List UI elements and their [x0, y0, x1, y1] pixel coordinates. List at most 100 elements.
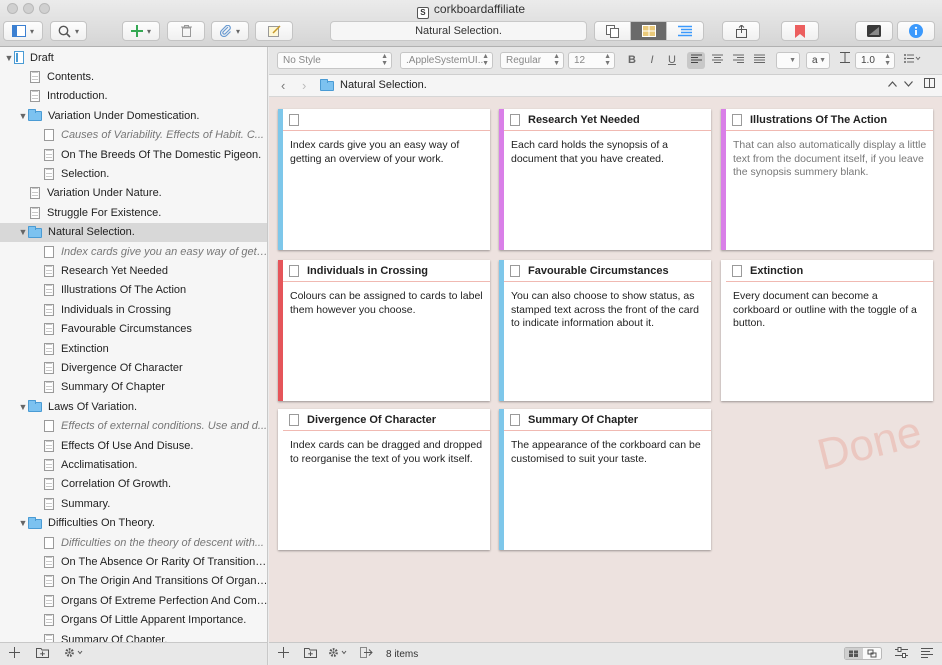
- card-synopsis[interactable]: Colours can be assigned to cards to labe…: [283, 282, 490, 317]
- binder-item[interactable]: On The Origin And Transitions Of Organi.…: [0, 572, 267, 591]
- align-right-button[interactable]: [729, 52, 747, 69]
- card-synopsis[interactable]: You can also choose to show status, as s…: [504, 282, 711, 331]
- binder-item[interactable]: Favourable Circumstances: [0, 320, 267, 339]
- underline-button[interactable]: U: [663, 52, 681, 69]
- index-card[interactable]: Favourable Circumstances You can also cho…: [499, 260, 711, 401]
- corkboard-actions-button[interactable]: [328, 647, 348, 661]
- binder-item[interactable]: Effects Of Use And Disuse.: [0, 436, 267, 455]
- index-card[interactable]: Extinction Every document can become a co…: [721, 260, 933, 401]
- disclosure-triangle-icon[interactable]: ▼: [18, 227, 28, 237]
- add-document-button[interactable]: ▾: [122, 21, 160, 41]
- align-left-button[interactable]: [687, 52, 705, 69]
- card-title[interactable]: Individuals in Crossing: [283, 260, 490, 282]
- attachment-button[interactable]: ▾: [211, 21, 249, 41]
- binder-item[interactable]: Divergence Of Character: [0, 358, 267, 377]
- card-synopsis[interactable]: Each card holds the synopsis of a docume…: [504, 131, 711, 166]
- binder-item[interactable]: Causes of Variability. Effects of Habit.…: [0, 126, 267, 145]
- card-layout-selector[interactable]: [844, 647, 882, 663]
- justify-button[interactable]: [750, 52, 768, 69]
- disclosure-triangle-icon[interactable]: ▼: [18, 402, 28, 412]
- binder-item[interactable]: Acclimatisation.: [0, 455, 267, 474]
- trash-button[interactable]: [167, 21, 205, 41]
- previous-document-button[interactable]: [888, 78, 897, 90]
- binder-item[interactable]: Effects of external conditions. Use and …: [0, 417, 267, 436]
- binder-item[interactable]: On The Breeds Of The Domestic Pigeon.: [0, 145, 267, 164]
- card-title[interactable]: Favourable Circumstances: [504, 260, 711, 282]
- add-card-button[interactable]: [278, 647, 289, 661]
- header-title[interactable]: Natural Selection.: [320, 78, 427, 91]
- binder-item[interactable]: Introduction.: [0, 87, 267, 106]
- scrivenings-view-button[interactable]: [595, 22, 631, 40]
- binder-toggle-button[interactable]: ▾: [3, 21, 43, 41]
- index-card[interactable]: Divergence Of Character Index cards can b…: [278, 409, 490, 550]
- disclosure-triangle-icon[interactable]: ▼: [4, 53, 14, 63]
- notes-button[interactable]: [255, 21, 293, 41]
- add-folder-button[interactable]: [36, 647, 49, 661]
- go-to-button[interactable]: [360, 647, 373, 661]
- document-title-field[interactable]: Natural Selection.: [330, 21, 587, 41]
- card-synopsis[interactable]: Index cards give you an easy way of gett…: [283, 131, 490, 166]
- list-style-button[interactable]: [899, 52, 925, 69]
- card-synopsis[interactable]: The appearance of the corkboard can be c…: [504, 431, 711, 466]
- card-synopsis[interactable]: Every document can become a corkboard or…: [726, 282, 933, 331]
- paragraph-style-select[interactable]: No Style ▲ ▼: [277, 52, 392, 69]
- back-button[interactable]: ‹: [281, 78, 285, 93]
- add-folder-button[interactable]: [304, 647, 317, 661]
- index-card[interactable]: Research Yet Needed Each card holds the s…: [499, 109, 711, 250]
- highlight-color-select[interactable]: ▼: [776, 52, 800, 69]
- font-weight-select[interactable]: Regular ▲ ▼: [500, 52, 564, 69]
- quick-reference-button[interactable]: [855, 21, 893, 41]
- binder-item[interactable]: Struggle For Existence.: [0, 203, 267, 222]
- inspector-button[interactable]: [897, 21, 935, 41]
- font-family-select[interactable]: .AppleSystemUI... ▲ ▼: [400, 52, 493, 69]
- card-title[interactable]: [283, 109, 490, 131]
- binder-item[interactable]: Extinction: [0, 339, 267, 358]
- share-button[interactable]: [722, 21, 760, 41]
- binder-item[interactable]: Organs Of Little Apparent Importance.: [0, 611, 267, 630]
- binder-folder[interactable]: ▼ Difficulties On Theory.: [0, 514, 267, 533]
- binder-item[interactable]: Organs Of Extreme Perfection And Comp...: [0, 591, 267, 610]
- binder-item[interactable]: Summary.: [0, 494, 267, 513]
- binder-actions-button[interactable]: [64, 647, 84, 661]
- bookmarks-button[interactable]: [781, 21, 819, 41]
- binder-item[interactable]: Individuals in Crossing: [0, 300, 267, 319]
- index-card[interactable]: Individuals in Crossing Colours can be as…: [278, 260, 490, 401]
- binder-item[interactable]: Illustrations Of The Action: [0, 281, 267, 300]
- line-spacing-field[interactable]: 1.0 ▲ ▼: [855, 52, 895, 69]
- card-title[interactable]: Divergence Of Character: [283, 409, 490, 431]
- card-title[interactable]: Research Yet Needed: [504, 109, 711, 131]
- bold-button[interactable]: B: [623, 52, 641, 69]
- index-card[interactable]: Index cards give you an easy way of gett…: [278, 109, 490, 250]
- index-card[interactable]: Summary Of Chapter The appearance of the …: [499, 409, 711, 550]
- binder-item[interactable]: ▼ Draft: [0, 48, 267, 67]
- binder-item[interactable]: Summary Of Chapter.: [0, 630, 267, 642]
- add-item-button[interactable]: [9, 647, 20, 661]
- forward-button[interactable]: ›: [302, 78, 306, 93]
- next-document-button[interactable]: [904, 78, 913, 90]
- align-center-button[interactable]: [708, 52, 726, 69]
- italic-button[interactable]: I: [643, 52, 661, 69]
- binder-item[interactable]: Difficulties on the theory of descent wi…: [0, 533, 267, 552]
- binder-item[interactable]: Selection.: [0, 164, 267, 183]
- card-synopsis[interactable]: Index cards can be dragged and dropped t…: [283, 431, 490, 466]
- split-editor-button[interactable]: [924, 78, 935, 91]
- card-synopsis[interactable]: That can also automatically display a li…: [726, 131, 933, 180]
- binder-item[interactable]: Variation Under Nature.: [0, 184, 267, 203]
- binder-folder[interactable]: ▼ Laws Of Variation.: [0, 397, 267, 416]
- binder-item[interactable]: Summary Of Chapter: [0, 378, 267, 397]
- card-title[interactable]: Illustrations Of The Action: [726, 109, 933, 131]
- binder-item[interactable]: Research Yet Needed: [0, 261, 267, 280]
- binder-item[interactable]: Correlation Of Growth.: [0, 475, 267, 494]
- card-title[interactable]: Extinction: [726, 260, 933, 282]
- outline-view-button[interactable]: [667, 22, 703, 40]
- binder-item[interactable]: On The Absence Or Rarity Of Transitiona.…: [0, 552, 267, 571]
- binder-item[interactable]: Contents.: [0, 67, 267, 86]
- font-size-field[interactable]: 12 ▲ ▼: [568, 52, 615, 69]
- binder-folder[interactable]: ▼ Natural Selection.: [0, 222, 267, 242]
- card-title[interactable]: Summary Of Chapter: [504, 409, 711, 431]
- corkboard-view-button[interactable]: [631, 22, 667, 40]
- search-button[interactable]: ▾: [50, 21, 87, 41]
- corkboard-options-button[interactable]: [895, 647, 908, 661]
- text-stats-button[interactable]: [921, 647, 933, 661]
- binder-item[interactable]: Index cards give you an easy way of gett…: [0, 242, 267, 261]
